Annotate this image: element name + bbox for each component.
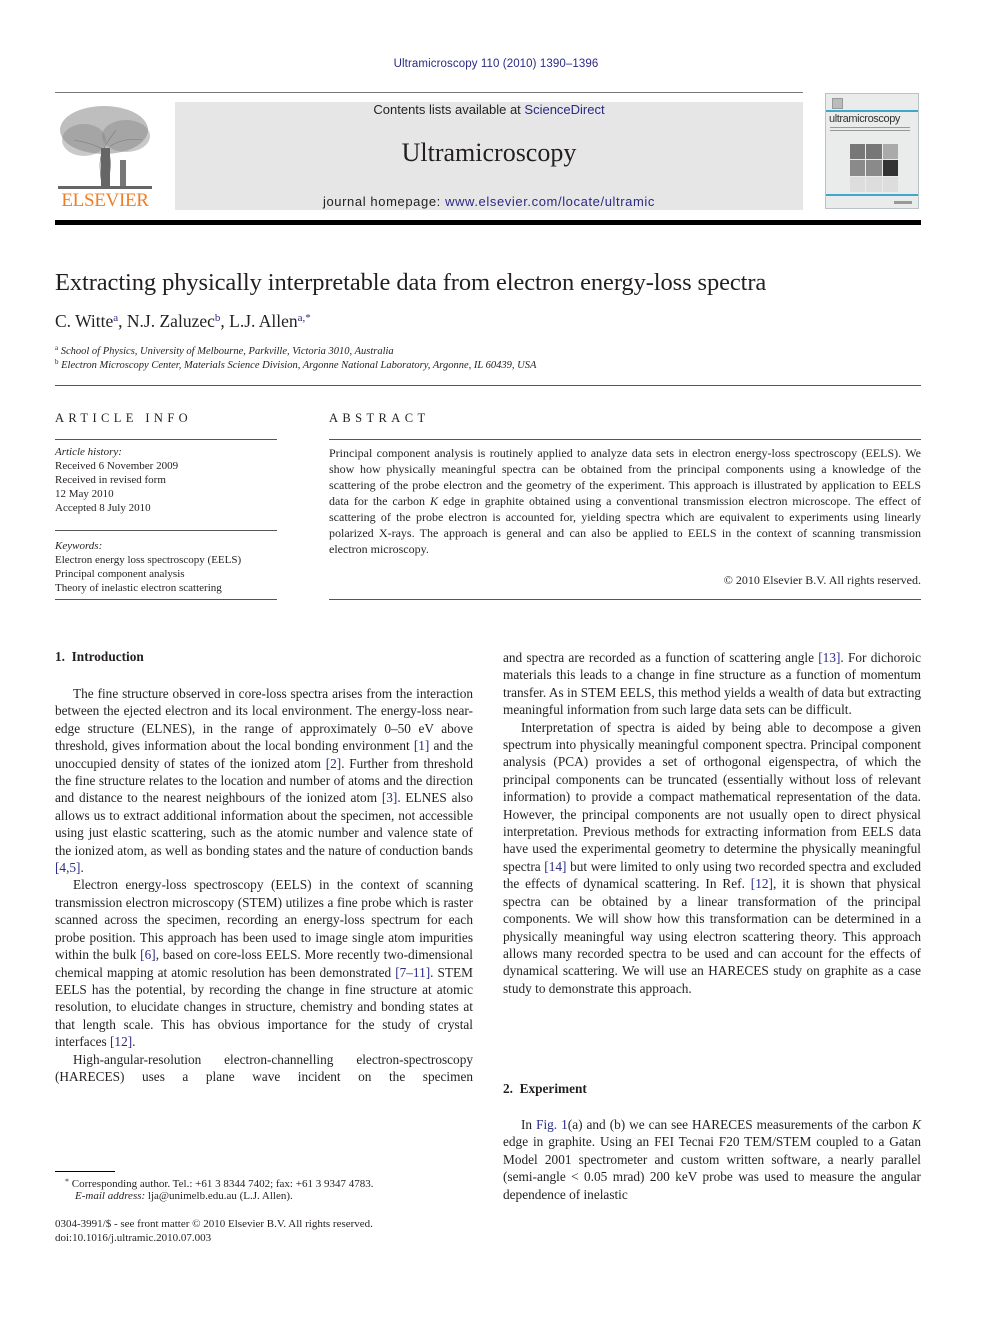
article-info-rule [55,439,277,440]
abstract-rule [329,599,921,600]
issn-line: 0304-3991/$ - see front matter © 2010 El… [55,1218,373,1230]
keyword: Principal component analysis [55,568,185,580]
text: Interpretation of spectra is aided by be… [503,719,921,874]
text: and spectra are recorded as a function o… [503,650,819,665]
affiliation-a: a School of Physics, University of Melbo… [55,344,394,357]
paragraph: High-angular-resolution electron-channel… [55,1051,473,1084]
author-affiliation-mark[interactable]: a,* [298,312,311,324]
text: , it is shown that physical spectra can … [503,876,921,996]
keywords-label: Keywords: [55,540,103,552]
cover-subtitle-lines [830,127,910,133]
article-info-rule [55,599,277,600]
affiliation-text: School of Physics, University of Melbour… [60,346,394,357]
text: The fine structure observed in core-loss… [55,686,473,754]
reference-link[interactable]: [4,5] [55,860,80,875]
paragraph: Electron energy-loss spectroscopy (EELS)… [55,876,473,1050]
email-text[interactable]: lja@unimelb.edu.au (L.J. Allen). [145,1190,293,1202]
abstract-heading: ABSTRACT [329,411,430,425]
header-top-rule [55,92,803,93]
sciencedirect-link[interactable]: ScienceDirect [524,102,604,117]
author-list: C. Wittea, N.J. Zaluzecb, L.J. Allena,* [55,311,311,332]
text: . [80,860,84,876]
abstract-text: Principal component analysis is routinel… [329,445,921,557]
elsevier-wordmark: ELSEVIER [61,190,149,211]
cover-image-grid [850,144,898,192]
contents-prefix: Contents lists available at [373,102,525,117]
footnote-rule [55,1171,115,1172]
history-entry: Received 6 November 2009 [55,460,179,472]
body-column-left: The fine structure observed in core-loss… [55,685,473,1085]
reference-link[interactable]: [1] [414,738,430,753]
text: (a) and (b) we can see HARECES measureme… [567,1117,913,1132]
journal-header-box: Contents lists available at ScienceDirec… [175,102,803,210]
paragraph: Interpretation of spectra is aided by be… [503,719,921,998]
author-separator: , [220,311,230,331]
homepage-prefix: journal homepage: [322,194,446,209]
reference-link[interactable]: [6] [140,947,156,962]
keywords: Keywords: Electron energy loss spectrosc… [55,539,277,595]
body-column-right: and spectra are recorded as a function o… [503,649,921,997]
italic-k: K [912,1117,921,1132]
body-column-right-experiment: In Fig. 1(a) and (b) we can see HARECES … [503,1116,921,1203]
keyword: Theory of inelastic electron scattering [55,582,222,594]
author-name: N.J. Zaluzec [126,311,215,331]
reference-link[interactable]: [12] [110,1034,132,1049]
doi-line[interactable]: doi:10.1016/j.ultramic.2010.07.003 [55,1231,211,1245]
reference-link[interactable]: [14] [544,859,566,874]
article-history: Article history: Received 6 November 200… [55,445,277,515]
cover-logo-icon [832,98,843,109]
paragraph: In Fig. 1(a) and (b) we can see HARECES … [503,1116,921,1203]
reference-link[interactable]: [3] [382,790,398,805]
section-heading-introduction: 1. Introduction [55,649,144,664]
affiliation-b: b Electron Microscopy Center, Materials … [55,358,536,371]
reference-link[interactable]: [13] [818,650,840,665]
author-name: C. Witte [55,311,114,331]
journal-cover-thumbnail[interactable]: ultramicroscopy [825,93,919,209]
journal-title: Ultramicroscopy [401,138,577,167]
history-entry: 12 May 2010 [55,488,114,500]
email-footnote: E-mail address: lja@unimelb.edu.au (L.J.… [55,1189,293,1203]
abstract-rule [329,439,921,440]
abstract-copyright: © 2010 Elsevier B.V. All rights reserved… [723,573,921,587]
affiliation-rule [55,385,921,386]
article-info-rule [55,530,277,531]
journal-homepage-link[interactable]: www.elsevier.com/locate/ultramic [445,194,655,209]
abstract-italic-k: K [429,494,438,508]
affiliation-text: Electron Microscopy Center, Materials Sc… [61,360,537,371]
journal-citation[interactable]: Ultramicroscopy 110 (2010) 1390–1396 [0,58,992,70]
history-entry: Received in revised form [55,474,166,486]
header-thick-rule [55,220,921,225]
cover-footer-mark [894,201,912,204]
history-entry: Accepted 8 July 2010 [55,502,151,514]
email-label: E-mail address: [75,1190,146,1202]
cover-accent-bar [826,110,918,112]
cover-title: ultramicroscopy [829,113,901,125]
affiliation-mark: b [55,358,59,366]
author-name: L.J. Allen [229,311,298,331]
contents-available-line: Contents lists available at ScienceDirec… [175,102,803,118]
reference-link[interactable]: [12] [751,876,773,891]
reference-link[interactable]: [7–11] [395,965,430,980]
text: . [132,1034,136,1050]
section-heading-experiment: 2. Experiment [503,1081,587,1096]
paragraph: and spectra are recorded as a function o… [503,649,921,719]
text: edge in graphite. Using an FEI Tecnai F2… [503,1134,921,1202]
text: In [521,1117,537,1132]
article-info-heading: ARTICLE INFO [55,411,193,425]
cover-accent-bar-bottom [826,194,918,196]
author-separator: , [118,311,127,331]
paragraph: The fine structure observed in core-loss… [55,685,473,876]
article-title: Extracting physically interpretable data… [55,269,767,296]
article-history-label: Article history: [55,446,122,458]
figure-link[interactable]: Fig. 1 [536,1117,568,1132]
keyword: Electron energy loss spectroscopy (EELS) [55,554,242,566]
affiliation-mark: a [55,344,59,352]
reference-link[interactable]: [2] [326,756,342,771]
journal-homepage-line: journal homepage: www.elsevier.com/locat… [175,194,803,209]
